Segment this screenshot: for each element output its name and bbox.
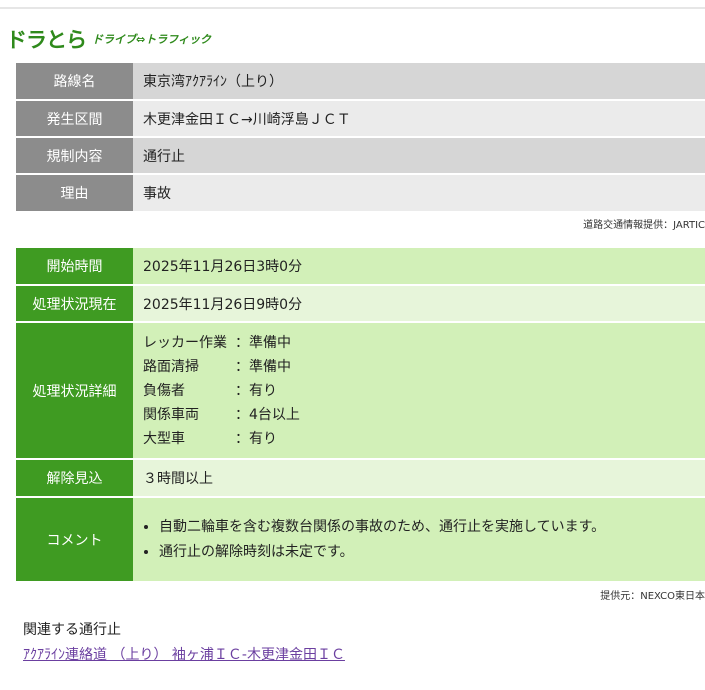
detail-item: レッカー作業 ：準備中 (143, 334, 291, 351)
incident-info-table: 路線名 東京湾ｱｸｱﾗｲﾝ（上り） 発生区間 木更津金田ＩＣ→川崎浮島ＪＣＴ 規制内… (16, 61, 705, 213)
logo-main: ドラとら (6, 28, 87, 52)
row-label: 処理状況詳細 (16, 323, 133, 458)
row-label: 発生区間 (16, 101, 133, 136)
table-row: 規制内容 通行止 (16, 138, 705, 173)
row-value: 東京湾ｱｸｱﾗｲﾝ（上り） (133, 63, 705, 99)
row-label: 路線名 (16, 63, 133, 99)
table-row: 発生区間 木更津金田ＩＣ→川崎浮島ＪＣＴ (16, 101, 705, 136)
table-row: 理由 事故 (16, 175, 705, 211)
table-row: 解除見込 ３時間以上 (16, 460, 705, 496)
logo-sub: ドライブ⇔トラフィック (92, 33, 211, 46)
row-value: 事故 (133, 175, 705, 211)
comment-item: 自動二輪車を含む複数台関係の事故のため、通行止を実施しています。 (159, 515, 695, 540)
related-closure-link[interactable]: ｱｸｱﾗｲﾝ連絡道 （上り） 袖ヶ浦ＩＣ-木更津金田ＩＣ (23, 644, 345, 664)
table-row: 路線名 東京湾ｱｸｱﾗｲﾝ（上り） (16, 63, 705, 99)
detail-item: 大型車 ：有り (143, 430, 277, 447)
row-value: 自動二輪車を含む複数台関係の事故のため、通行止を実施しています。 通行止の解除時… (133, 498, 705, 581)
row-label: 処理状況現在 (16, 286, 133, 321)
row-value: 通行止 (133, 138, 705, 173)
row-label: 解除見込 (16, 460, 133, 496)
row-value: ３時間以上 (133, 460, 705, 496)
comment-item: 通行止の解除時刻は未定です。 (159, 540, 695, 565)
detail-item: 路面清掃 ：準備中 (143, 358, 291, 375)
table-row: 開始時間 2025年11月26日3時0分 (16, 248, 705, 284)
row-label: 理由 (16, 175, 133, 211)
row-label: 規制内容 (16, 138, 133, 173)
logo[interactable]: ドラとら ドライブ⇔トラフィック (6, 24, 211, 54)
row-value: 2025年11月26日3時0分 (133, 248, 705, 284)
row-label: 開始時間 (16, 248, 133, 284)
row-label: コメント (16, 498, 133, 581)
top-divider (0, 7, 705, 9)
detail-item: 負傷者 ：有り (143, 382, 277, 399)
status-source: 提供元：NEXCO東日本 (600, 591, 705, 602)
info-source: 道路交通情報提供：JARTIC (583, 220, 705, 231)
row-value: 木更津金田ＩＣ→川崎浮島ＪＣＴ (133, 101, 705, 136)
table-row: 処理状況詳細 レッカー作業 ：準備中 路面清掃 ：準備中 負傷者 ：有り 関係車両 ：4… (16, 323, 705, 458)
row-value: 2025年11月26日9時0分 (133, 286, 705, 321)
table-row: 処理状況現在 2025年11月26日9時0分 (16, 286, 705, 321)
detail-item: 関係車両 ：4台以上 (143, 406, 300, 423)
related-title: 関連する通行止 (23, 622, 121, 638)
table-row: コメント 自動二輪車を含む複数台関係の事故のため、通行止を実施しています。 通行… (16, 498, 705, 581)
status-table: 開始時間 2025年11月26日3時0分 処理状況現在 2025年11月26日9時0… (16, 246, 705, 583)
row-value: レッカー作業 ：準備中 路面清掃 ：準備中 負傷者 ：有り 関係車両 ：4台以上 大型車… (133, 323, 705, 458)
